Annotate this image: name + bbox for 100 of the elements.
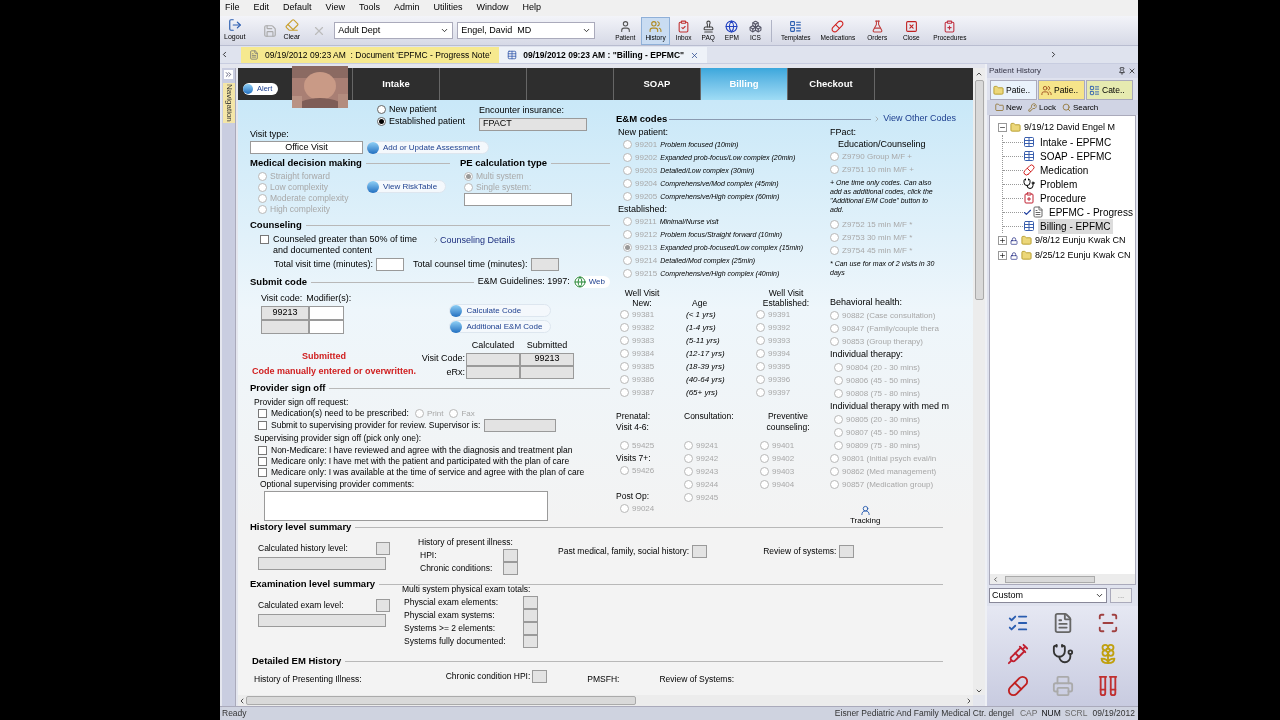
visit-time-field[interactable]	[376, 257, 405, 271]
calculated-field[interactable]	[466, 366, 520, 379]
navigation-strip[interactable]: Navigation	[222, 68, 236, 706]
assessment-button[interactable]: Add or Update Assessment	[366, 141, 489, 154]
vertical-scrollbar[interactable]	[973, 68, 985, 695]
scroll-left-icon[interactable]	[238, 696, 246, 705]
code-button[interactable]: Additional E&M Code	[449, 320, 552, 334]
close-icon[interactable]	[1128, 67, 1136, 75]
scroll-down-icon[interactable]	[975, 687, 983, 695]
scroll-right-icon[interactable]	[1049, 50, 1058, 59]
visit-code-field[interactable]: 99213	[261, 305, 309, 320]
count-field[interactable]	[523, 596, 538, 609]
tracking-button[interactable]: Tracking	[850, 505, 881, 526]
scroll-up-icon[interactable]	[975, 70, 983, 78]
menu-item[interactable]: Edit	[253, 1, 270, 15]
tree-item[interactable]: 8/25/12 Eunju Kwak CN	[1035, 248, 1131, 263]
count-field[interactable]	[532, 670, 548, 684]
view-dropdown[interactable]: Custom	[989, 588, 1107, 603]
tree-item[interactable]: 9/8/12 Eunju Kwak CN	[1035, 233, 1126, 248]
tree-item[interactable]: 9/19/12 David Engel M	[1024, 120, 1116, 135]
insurance-field[interactable]: FPACT	[479, 117, 587, 131]
panel-tab[interactable]: Patie..	[1038, 80, 1085, 100]
checkbox-option[interactable]: Counseled greater than 50% of time and documented content	[260, 233, 420, 256]
count-field[interactable]	[503, 562, 518, 575]
horizontal-scrollbar[interactable]	[238, 695, 973, 706]
menu-item[interactable]: Window	[476, 1, 509, 15]
calculated-field[interactable]	[466, 352, 520, 366]
view-other-codes-link[interactable]: View Other Codes	[883, 112, 956, 126]
checkbox-option[interactable]: Submit to supervising provider for review. Supervisor is:	[258, 420, 481, 432]
pill-icon[interactable]	[1006, 674, 1029, 697]
counsel-time-field[interactable]	[530, 257, 559, 271]
comments-field[interactable]	[264, 490, 548, 521]
panel-action[interactable]: New	[995, 101, 1022, 114]
menu-item[interactable]: Help	[522, 1, 541, 15]
menu-item[interactable]: Default	[283, 1, 312, 15]
submitted-field[interactable]	[520, 366, 574, 379]
save-icon[interactable]	[263, 23, 278, 38]
scan-icon[interactable]	[1096, 612, 1119, 634]
department-dropdown[interactable]: Adult Dept	[334, 22, 454, 39]
supervisor-field[interactable]	[484, 419, 557, 433]
radio-option[interactable]: Established patient	[377, 116, 479, 127]
count-field[interactable]	[503, 549, 518, 562]
scroll-right-icon[interactable]	[965, 696, 973, 705]
expand-toggle[interactable]	[998, 236, 1007, 245]
tree-item[interactable]: EPFMC - Progress	[1047, 204, 1135, 220]
horizontal-scrollbar[interactable]	[990, 574, 1135, 584]
count-field[interactable]	[523, 622, 538, 635]
panel-action[interactable]: Lock	[1028, 101, 1056, 114]
tree-item[interactable]: Billing - EPFMC	[1038, 218, 1113, 234]
code-button[interactable]: Calculate Code	[449, 304, 552, 318]
tree-item[interactable]: Problem	[1038, 176, 1080, 192]
level-field[interactable]	[376, 542, 390, 556]
column-header: Well Visit New:	[623, 288, 661, 309]
field-label: Supervising provider sign off (pick only one):	[254, 432, 423, 445]
tree-item[interactable]: Intake - EPFMC	[1038, 134, 1114, 150]
printer-icon[interactable]	[1051, 674, 1074, 697]
menu-item[interactable]: File	[225, 1, 240, 15]
count-field[interactable]	[523, 609, 538, 622]
expand-toggle[interactable]	[998, 251, 1007, 260]
panel-tab[interactable]: Cate..	[1086, 80, 1133, 100]
provider-dropdown[interactable]: Engel, David MD	[457, 22, 596, 39]
close-icon[interactable]	[690, 50, 700, 60]
menu-item[interactable]: Utilities	[433, 1, 463, 15]
panel-action[interactable]: Search	[1061, 101, 1099, 114]
history-level-field[interactable]	[258, 557, 386, 571]
counseling-details-link[interactable]: Counseling Details	[440, 233, 516, 247]
count-field[interactable]	[692, 545, 708, 559]
checkbox-option[interactable]: Medication(s) need to be prescribed:	[258, 408, 409, 420]
checkbox-option[interactable]: Medicare only: I have met with the patient and participated with the plan of care	[254, 456, 610, 467]
menu-item[interactable]: View	[325, 1, 345, 15]
expand-icon[interactable]	[224, 70, 233, 79]
exam-level-field[interactable]	[258, 614, 386, 628]
menu-item[interactable]: Tools	[358, 1, 380, 15]
scroll-left-icon[interactable]	[220, 50, 229, 59]
tree-item[interactable]: Procedure	[1038, 190, 1089, 206]
checkbox-option[interactable]: Medicare only: I was available at the time of service and agree with the plan of care	[254, 467, 610, 478]
test-tubes-icon[interactable]	[1096, 674, 1119, 697]
count-field[interactable]	[523, 635, 538, 648]
field-label: Physcial exam elements:	[404, 596, 498, 609]
count-field[interactable]	[839, 545, 855, 559]
modifier-field[interactable]	[309, 305, 344, 320]
document-tab[interactable]: 09/19/2012 09:23 AM : "Billing - EPFMC"	[499, 47, 708, 63]
level-field[interactable]	[376, 599, 390, 613]
system-field[interactable]	[464, 193, 572, 207]
scroll-left-icon[interactable]	[992, 575, 999, 583]
radio-option[interactable]: New patient	[377, 104, 479, 115]
expand-toggle[interactable]	[998, 123, 1007, 132]
document-tab[interactable]: 09/19/2012 09:23 AM : Document 'EPFMC - Progress Note'	[241, 47, 500, 63]
eraser-icon	[284, 18, 299, 33]
syringe-icon[interactable]	[1006, 643, 1029, 666]
tree-item[interactable]: SOAP - EPFMC	[1038, 148, 1114, 164]
submitted-field[interactable]: 99213	[520, 352, 574, 366]
pin-icon[interactable]	[1118, 67, 1126, 75]
checkbox-option[interactable]: Non-Medicare: I have reviewed and agree with the diagnosis and treatment plan	[254, 445, 610, 456]
menu-item[interactable]: Admin	[393, 1, 420, 15]
tree-item[interactable]: Medication	[1038, 162, 1091, 178]
web-button[interactable]: Web	[573, 276, 610, 289]
panel-tab[interactable]: Patie..	[990, 80, 1037, 100]
visit-type-field[interactable]: Office Visit	[250, 141, 363, 154]
stethoscope-icon[interactable]	[1051, 643, 1074, 666]
